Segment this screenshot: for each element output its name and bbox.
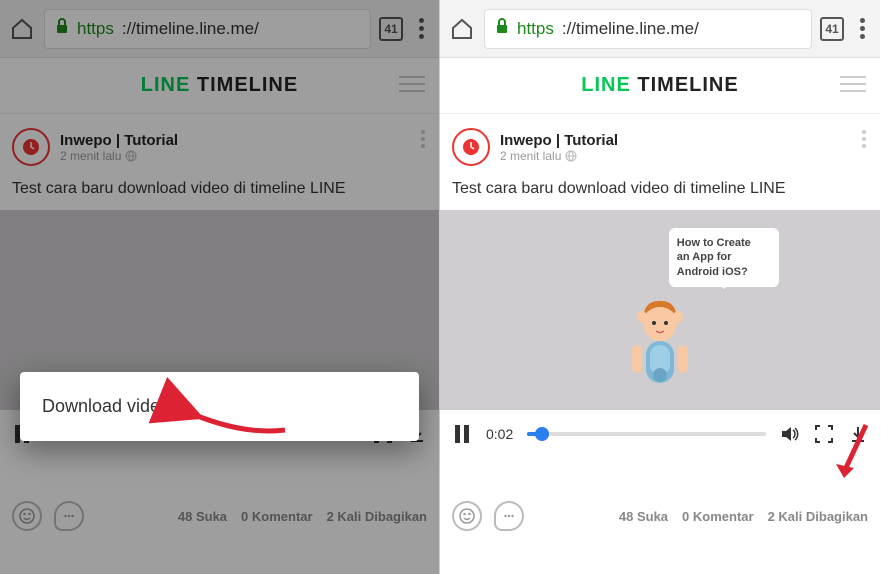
post-meta: 2 menit lalu (500, 149, 618, 163)
shares-count[interactable]: 2 Kali Dibagikan (768, 509, 868, 524)
hamburger-icon[interactable] (840, 76, 866, 92)
browser-menu-icon[interactable] (852, 18, 872, 39)
character-illustration (620, 295, 700, 410)
tabs-count[interactable]: 41 (820, 17, 844, 41)
post-header: Inwepo | Tutorial 2 menit lalu (440, 114, 880, 174)
home-icon[interactable] (448, 15, 476, 43)
speech-bubble: How to Create an App for Android iOS? (669, 228, 779, 287)
author-name[interactable]: Inwepo | Tutorial (500, 132, 618, 149)
react-button[interactable] (452, 501, 482, 531)
video-controls: 0:02 (440, 410, 880, 458)
comments-count[interactable]: 0 Komentar (682, 509, 754, 524)
post-menu-icon[interactable] (862, 130, 866, 148)
download-popup: Download video (20, 372, 419, 441)
download-video-option[interactable]: Download video (42, 396, 170, 416)
globe-icon (565, 150, 577, 162)
seek-bar[interactable] (527, 432, 766, 436)
video-player[interactable]: How to Create an App for Android iOS? (440, 210, 880, 410)
post-time: 2 menit lalu (500, 149, 561, 163)
likes-count[interactable]: 48 Suka (619, 509, 668, 524)
browser-navbar: https ://timeline.line.me/ 41 (440, 0, 880, 58)
pane-right: https ://timeline.line.me/ 41 LINE TIMELI… (440, 0, 880, 574)
brand-logo: LINE TIMELINE (581, 74, 738, 97)
lock-icon (495, 18, 509, 39)
avatar[interactable] (452, 128, 490, 166)
post-footer: 48 Suka 0 Komentar 2 Kali Dibagikan (440, 458, 880, 574)
comment-button[interactable] (494, 501, 524, 531)
video-time: 0:02 (486, 426, 513, 442)
download-icon[interactable] (848, 424, 868, 444)
pause-icon[interactable] (452, 424, 472, 444)
url-bar[interactable]: https ://timeline.line.me/ (484, 9, 812, 49)
volume-icon[interactable] (780, 424, 800, 444)
post-caption: Test cara baru download video di timelin… (440, 174, 880, 210)
modal-backdrop[interactable] (0, 0, 439, 574)
url-rest: ://timeline.line.me/ (562, 19, 699, 39)
url-scheme: https (517, 19, 554, 39)
page-header: LINE TIMELINE (440, 58, 880, 114)
pane-left: https://timeline.line.me/ 41 LINE TIMELI… (0, 0, 440, 574)
fullscreen-icon[interactable] (814, 424, 834, 444)
